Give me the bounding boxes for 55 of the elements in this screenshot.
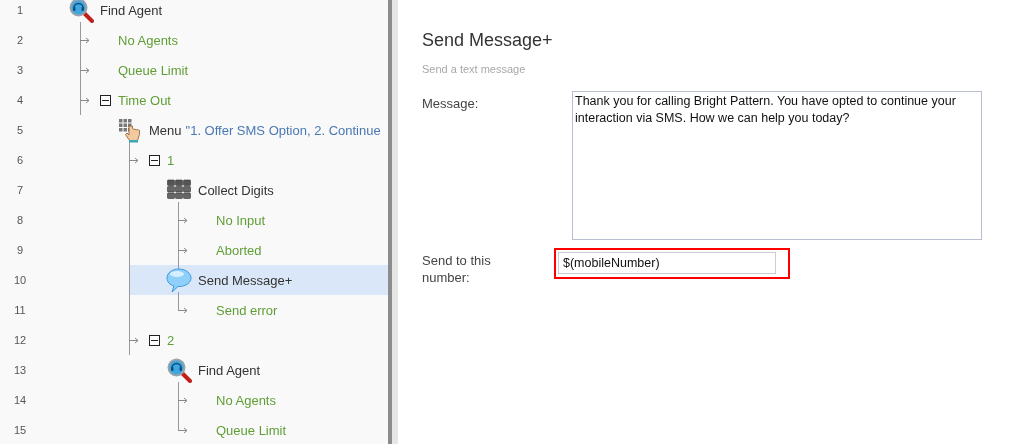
- exit-label: No Agents: [216, 392, 276, 408]
- exit-label: Queue Limit: [118, 62, 189, 78]
- line-number: 7: [15, 184, 25, 196]
- splitter-bar[interactable]: [388, 0, 398, 444]
- line-number: 4: [15, 94, 25, 106]
- line-number: 3: [15, 64, 25, 76]
- arrow-icon: [178, 216, 188, 224]
- collapse-button[interactable]: [149, 334, 160, 346]
- exit-label: 2: [167, 332, 175, 348]
- line-number: 2: [15, 34, 25, 46]
- line-number: 13: [12, 364, 28, 376]
- exit-label: Aborted: [216, 242, 262, 258]
- line-number: 8: [15, 214, 25, 226]
- arrow-icon: [178, 306, 188, 314]
- menu-prompt: "1. Offer SMS Option, 2. Continue: [185, 122, 381, 138]
- field-label: Send to this number:: [422, 252, 492, 286]
- exit-label: Time Out: [118, 92, 171, 108]
- exit-label: Send error: [216, 302, 278, 318]
- speech-bubble-icon: [166, 267, 192, 293]
- panel-title: Send Message+: [422, 30, 554, 51]
- arrow-icon: [178, 246, 188, 254]
- arrow-icon: [80, 96, 90, 104]
- block-label: Find Agent: [100, 2, 163, 18]
- block-label: Find Agent: [198, 362, 261, 378]
- exit-label: 1: [167, 152, 175, 168]
- keypad-hand-icon: [117, 117, 143, 143]
- line-number: 10: [12, 274, 28, 286]
- arrow-icon: [129, 336, 139, 344]
- message-field[interactable]: Thank you for calling Bright Pattern. You have opted to continue your interaction via SMS. How we can help you today?: [572, 91, 982, 240]
- line-number: 15: [12, 424, 28, 436]
- line-number: 9: [15, 244, 25, 256]
- arrow-icon: [80, 66, 90, 74]
- panel-subtitle: Send a text message: [422, 63, 527, 75]
- block-label: Collect Digits: [198, 182, 274, 198]
- line-number: 11: [13, 304, 27, 316]
- line-number: 1: [15, 4, 25, 16]
- arrow-icon: [178, 426, 188, 434]
- exit-label: Queue Limit: [216, 422, 287, 438]
- block-label: Menu: [149, 122, 182, 138]
- line-number: 14: [12, 394, 28, 406]
- exit-label: No Agents: [118, 32, 178, 48]
- arrow-icon: [178, 396, 188, 404]
- arrow-icon: [129, 156, 139, 164]
- magnifier-icon: [68, 0, 94, 23]
- field-label: Message:: [422, 95, 480, 112]
- exit-label: No Input: [216, 212, 266, 228]
- line-number: 5: [15, 124, 25, 136]
- collapse-button[interactable]: [100, 94, 111, 106]
- line-number: 12: [12, 334, 28, 346]
- collapse-button[interactable]: [149, 154, 160, 166]
- line-number: 6: [15, 154, 25, 166]
- magnifier-icon: [166, 357, 192, 383]
- number-field[interactable]: $(mobileNumber): [558, 252, 776, 274]
- arrow-icon: [80, 36, 90, 44]
- block-label: Send Message+: [198, 272, 293, 288]
